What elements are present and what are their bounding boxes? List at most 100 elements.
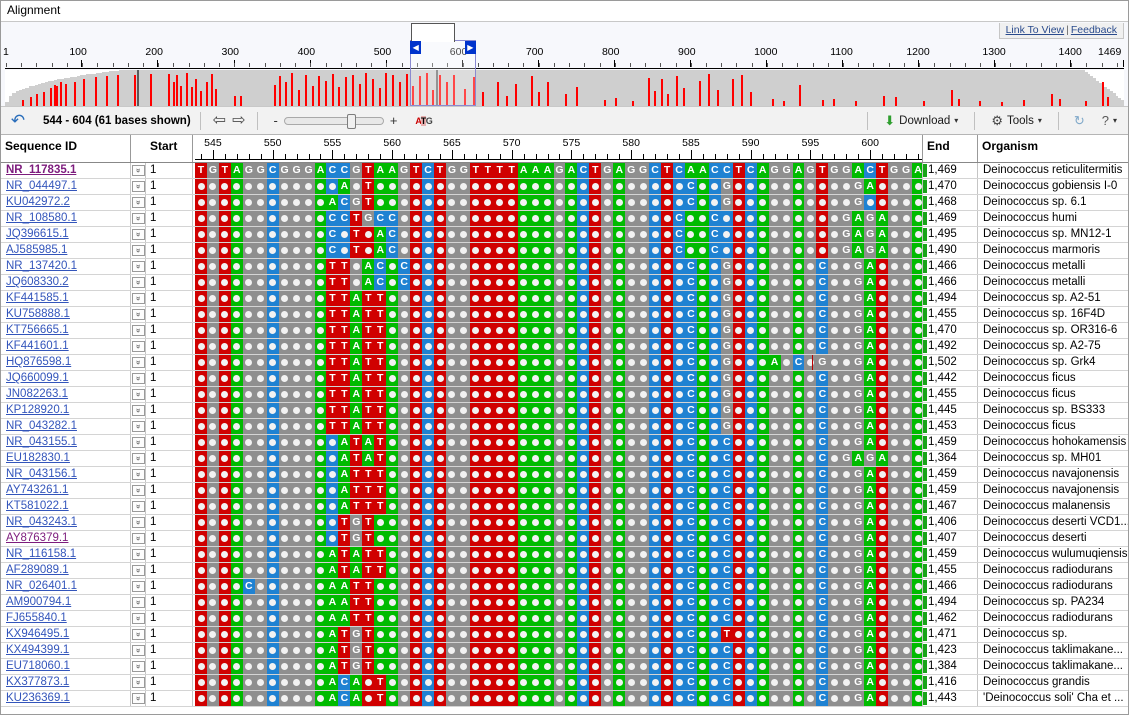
zoom-slider-knob[interactable]	[346, 113, 356, 129]
sequence-id-link[interactable]: KT756665.1	[6, 324, 69, 336]
sequence-cell[interactable]: AATTCCCGA	[193, 595, 923, 610]
sequence-cell[interactable]: ATATCCCGA	[193, 435, 923, 450]
table-row[interactable]: NR_043282.1» 1 T T A T T C G C G A 1,453 Deinococcus …	[1, 419, 1128, 435]
sequence-id-link[interactable]: JQ660099.1	[6, 372, 69, 384]
expand-row-button[interactable]: »	[131, 211, 146, 226]
sequence-id-link[interactable]: KP128920.1	[6, 404, 69, 416]
expand-row-button[interactable]: »	[131, 467, 146, 482]
sequence-id-link[interactable]: KU042972.2	[6, 196, 70, 208]
sequence-cell[interactable]: TTATTCGCGA	[193, 371, 923, 386]
table-row[interactable]: KX494399.1» 1 A T G T C C C G A 1,423 Deinococcus ta…	[1, 643, 1128, 659]
sequence-cell[interactable]: TTATTCGCGA	[193, 291, 923, 306]
expand-row-button[interactable]: »	[131, 499, 146, 514]
table-row[interactable]: KF441585.1» 1 T T A T T C G C G A 1,494 Deinococcus s…	[1, 291, 1128, 307]
sequence-id-link[interactable]: KF441585.1	[6, 292, 69, 304]
expand-row-button[interactable]: »	[131, 659, 146, 674]
table-row[interactable]: NR_108580.1» 1 C C T G C C C C G A G A 1,469 Deinococcu…	[1, 211, 1128, 227]
expand-row-button[interactable]: »	[131, 163, 146, 178]
expand-row-button[interactable]: »	[131, 547, 146, 562]
expand-row-button[interactable]: »	[131, 483, 146, 498]
expand-row-button[interactable]: »	[131, 179, 146, 194]
sequence-id-link[interactable]: NR_043156.1	[6, 468, 77, 480]
sequence-id-link[interactable]: NR_043243.1	[6, 516, 77, 528]
refresh-icon[interactable]: ↻	[1068, 113, 1091, 129]
expand-row-button[interactable]: »	[131, 371, 146, 386]
table-row[interactable]: FJ655840.1» 1 A A T T C C C G A 1,462 Deinococcus ra…	[1, 611, 1128, 627]
header-end[interactable]: End	[923, 135, 978, 162]
expand-row-button[interactable]: »	[131, 451, 146, 466]
sequence-id-link[interactable]: JN082263.1	[6, 388, 68, 400]
sequence-id-link[interactable]: KU236369.1	[6, 692, 70, 704]
sequence-id-link[interactable]: KT581022.1	[6, 500, 69, 512]
sequence-id-link[interactable]: NR_108580.1	[6, 212, 77, 224]
expand-row-button[interactable]: »	[131, 643, 146, 658]
sequence-cell[interactable]: TTATTCGACGGA	[193, 355, 923, 370]
sequence-cell[interactable]: ATATTCCCGA	[193, 547, 923, 562]
sequence-id-link[interactable]: HQ876598.1	[6, 356, 71, 368]
header-sequence-id[interactable]: Sequence ID	[1, 135, 131, 162]
zoom-slider[interactable]	[283, 113, 384, 129]
expand-row-button[interactable]: »	[131, 259, 146, 274]
feedback-link[interactable]: Feedback	[1071, 24, 1117, 36]
header-start[interactable]: Start	[146, 135, 193, 162]
sequence-cell[interactable]: ATGTCCCGA	[193, 643, 923, 658]
expand-row-button[interactable]: »	[131, 563, 146, 578]
table-row[interactable]: NR_043156.1» 1 A T T T C C C G A 1,459 Deinococcus n…	[1, 467, 1128, 483]
table-row[interactable]: AF289089.1» 1 A T A T T C C C G A 1,455 Deinococcus r…	[1, 563, 1128, 579]
table-row[interactable]: KU236369.1» 1 A C A T C C C G A 1,443 'Deinococcus s…	[1, 691, 1128, 707]
sequence-cell[interactable]: TGTCCCGA	[193, 531, 923, 546]
table-row[interactable]: NR_044497.1» 1 A T C G G A 1,470 Deinococcus gobi…	[1, 179, 1128, 195]
sequence-cell[interactable]: TTATTCGCGA	[193, 419, 923, 434]
table-row[interactable]: JQ660099.1» 1 T T A T T C G C G A 1,442 Deinococcus f…	[1, 371, 1128, 387]
undo-icon[interactable]: ↶	[5, 110, 31, 132]
table-row[interactable]: JN082263.1» 1 T T A T T C G C G A 1,455 Deinococcus f…	[1, 387, 1128, 403]
sequence-cell[interactable]: TTATTCGCGA	[193, 339, 923, 354]
expand-row-button[interactable]: »	[131, 323, 146, 338]
sequence-id-link[interactable]: KU758888.1	[6, 308, 70, 320]
sequence-id-link[interactable]: JQ608330.2	[6, 276, 69, 288]
table-row[interactable]: EU718060.1» 1 A T G T C C C G A 1,384 Deinococcus ta…	[1, 659, 1128, 675]
sequence-id-link[interactable]: KX377873.1	[6, 676, 69, 688]
table-row[interactable]: HQ876598.1» 1 T T A T T C G A C G G A 1,502 Deinococcus…	[1, 355, 1128, 371]
expand-row-button[interactable]: »	[131, 531, 146, 546]
expand-row-button[interactable]: »	[131, 675, 146, 690]
table-row[interactable]: KT756665.1» 1 T T A T T C G C G A 1,470 Deinococcus s…	[1, 323, 1128, 339]
sequence-cell[interactable]: ATATCCCGAGA	[193, 451, 923, 466]
expand-row-button[interactable]: »	[131, 691, 146, 706]
zoom-out-button[interactable]: -	[267, 113, 283, 128]
sequence-id-link[interactable]: AY876379.1	[6, 532, 68, 544]
expand-row-button[interactable]: »	[131, 579, 146, 594]
expand-row-button[interactable]: »	[131, 243, 146, 258]
expand-row-button[interactable]: »	[131, 611, 146, 626]
sequence-id-link[interactable]: NR_044497.1	[6, 180, 77, 192]
sequence-id-link[interactable]: NR_117835.1	[6, 164, 76, 176]
sequence-id-link[interactable]: EU182830.1	[6, 452, 70, 464]
sequence-id-link[interactable]: AJ585985.1	[6, 244, 67, 256]
sequence-id-link[interactable]: KX946495.1	[6, 628, 69, 640]
sequence-id-link[interactable]: JQ396615.1	[6, 228, 69, 240]
sequence-cell[interactable]: CAATTCCCGA	[193, 579, 923, 594]
sequence-id-link[interactable]: NR_026401.1	[6, 580, 77, 592]
table-row[interactable]: KF441601.1» 1 T T A T T C G C G A 1,492 Deinococcus s…	[1, 339, 1128, 355]
selection-right-handle[interactable]: ▶	[464, 41, 476, 54]
atg-icon[interactable]: ATG	[415, 115, 433, 126]
table-row[interactable]: KP128920.1» 1 T T A T T C G C G A 1,445 Deinococcus s…	[1, 403, 1128, 419]
sequence-id-link[interactable]: KF441601.1	[6, 340, 69, 352]
sequence-cell[interactable]: ACATCCCGA	[193, 691, 923, 706]
sequence-cell[interactable]: TTATTCGCGA	[193, 387, 923, 402]
table-row[interactable]: NR_117835.1» 1 T G T A G G C G G G A C C G T A A G T C T G G T T T T…	[1, 163, 1128, 179]
sequence-id-link[interactable]: NR_116158.1	[6, 548, 76, 560]
table-row[interactable]: KU758888.1» 1 T T A T T C G C G A 1,455 Deinococcus s…	[1, 307, 1128, 323]
overview-selection-box[interactable]: ◀ ▶	[410, 23, 476, 106]
sequence-id-link[interactable]: KX494399.1	[6, 644, 69, 656]
expand-row-button[interactable]: »	[131, 627, 146, 642]
table-row[interactable]: KT581022.1» 1 A T T T C C C G A 1,467 Deinococcus ma…	[1, 499, 1128, 515]
expand-row-button[interactable]: »	[131, 435, 146, 450]
expand-row-button[interactable]: »	[131, 275, 146, 290]
expand-row-button[interactable]: »	[131, 307, 146, 322]
sequence-cell[interactable]: TTATTCGCGA	[193, 323, 923, 338]
table-row[interactable]: NR_137420.1» 1 T T A C C C G C G A 1,466 Deinococcus …	[1, 259, 1128, 275]
expand-row-button[interactable]: »	[131, 515, 146, 530]
expand-row-button[interactable]: »	[131, 403, 146, 418]
header-organism[interactable]: Organism	[978, 135, 1128, 162]
